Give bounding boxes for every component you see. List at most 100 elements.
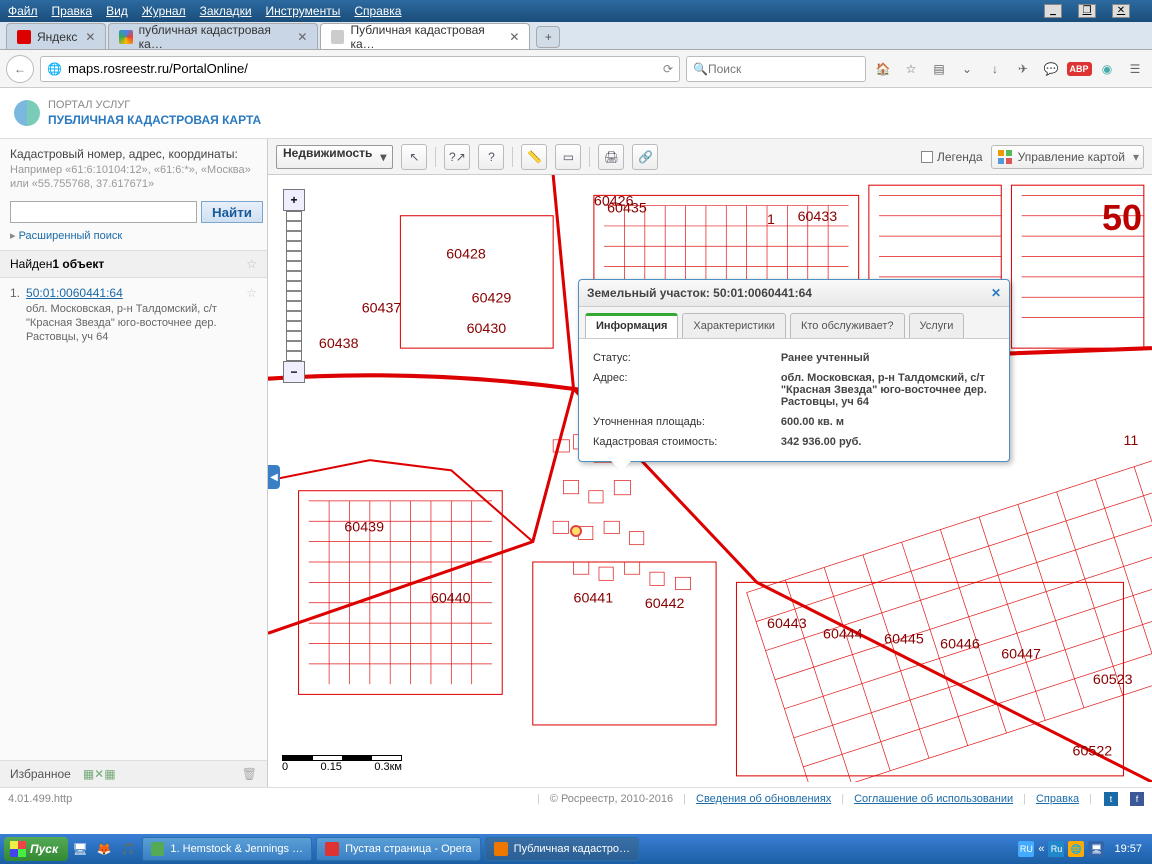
tab-cadastre-map[interactable]: Публичная кадастровая ка… ✕ — [320, 23, 530, 49]
restore-button[interactable]: ❐ — [1078, 4, 1096, 18]
chat-icon[interactable]: 💬 — [1040, 58, 1062, 80]
abp-icon[interactable]: ABP — [1068, 58, 1090, 80]
star-icon[interactable]: ☆ — [246, 286, 257, 344]
result-number: 1. — [10, 286, 20, 344]
measure-area-icon[interactable]: ▭ — [555, 144, 581, 170]
close-tab-icon[interactable]: ✕ — [85, 30, 95, 44]
search-result-item[interactable]: 1. 50:01:0060441:64 обл. Московская, р-н… — [0, 278, 267, 352]
search-input[interactable] — [708, 62, 863, 76]
url-bar[interactable]: 🌐 ⟳ — [40, 56, 680, 82]
tab-characteristics[interactable]: Характеристики — [682, 313, 786, 338]
tab-who-serves[interactable]: Кто обслуживает? — [790, 313, 905, 338]
menu-view[interactable]: Вид — [106, 4, 128, 18]
svg-text:60442: 60442 — [645, 596, 685, 612]
tray-icon[interactable]: 🌐 — [1068, 841, 1084, 857]
find-button[interactable]: Найти — [201, 201, 263, 223]
info-row-area: Уточненная площадь:600.00 кв. м — [591, 413, 997, 431]
library-icon[interactable]: ▤ — [928, 58, 950, 80]
home-icon[interactable]: 🏠 — [872, 58, 894, 80]
quicklaunch-icon[interactable]: 🖥 — [70, 839, 90, 859]
menu-help[interactable]: Справка — [354, 4, 401, 18]
menu-icon[interactable]: ☰ — [1124, 58, 1146, 80]
link-icon[interactable]: 🔗 — [632, 144, 658, 170]
close-window-button[interactable]: ✕ — [1112, 4, 1130, 18]
main-panel: Недвижимость ↖ ?↗ ? 📏 ▭ 🖨 🔗 Легенда Упра… — [268, 139, 1152, 787]
taskbar-item-active[interactable]: Публичная кадастро… — [485, 837, 639, 861]
export-excel-icon[interactable]: ▦✕▦ — [83, 767, 116, 781]
extension-icon[interactable]: ◉ — [1096, 58, 1118, 80]
favorites-label: Избранное — [10, 767, 71, 781]
help-tool-icon[interactable]: ? — [478, 144, 504, 170]
os-menubar: Файл Правка Вид Журнал Закладки Инструме… — [0, 0, 1152, 22]
version-label: 4.01.499.http — [8, 793, 72, 805]
taskbar-item[interactable]: Пустая страница - Opera — [316, 837, 481, 861]
tab-yandex[interactable]: Яндекс ✕ — [6, 23, 106, 49]
quicklaunch-icon[interactable]: 🦊 — [94, 839, 114, 859]
reload-icon[interactable]: ⟳ — [663, 62, 673, 76]
taskbar-item[interactable]: 1. Hemstock & Jennings … — [142, 837, 312, 861]
svg-text:60439: 60439 — [344, 519, 384, 535]
pointer-tool-icon[interactable]: ↖ — [401, 144, 427, 170]
svg-text:60433: 60433 — [798, 209, 838, 225]
quicklaunch-icon[interactable]: 🎵 — [118, 839, 138, 859]
browser-search[interactable]: 🔍 — [686, 56, 866, 82]
lang-indicator-icon[interactable]: RU — [1018, 841, 1034, 857]
zoom-out-button[interactable]: − — [283, 361, 305, 383]
star-icon[interactable]: ☆ — [246, 257, 257, 271]
extended-search-link[interactable]: Расширенный поиск — [0, 229, 267, 250]
twitter-icon[interactable]: t — [1104, 792, 1118, 806]
url-input[interactable] — [68, 61, 663, 76]
print-icon[interactable]: 🖨 — [598, 144, 624, 170]
svg-text:60440: 60440 — [431, 591, 471, 607]
close-tab-icon[interactable]: ✕ — [297, 30, 307, 44]
menu-file[interactable]: Файл — [8, 4, 38, 18]
google-icon — [119, 30, 132, 44]
clock[interactable]: 19:57 — [1114, 843, 1142, 855]
menu-tools[interactable]: Инструменты — [266, 4, 341, 18]
layer-dropdown[interactable]: Недвижимость — [276, 145, 393, 169]
favorites-bar: Избранное ▦✕▦ 🗑 — [0, 760, 267, 787]
map-manage-button[interactable]: Управление картой — [991, 145, 1144, 169]
measure-length-icon[interactable]: 📏 — [521, 144, 547, 170]
facebook-icon[interactable]: f — [1130, 792, 1144, 806]
rosreestr-logo-icon — [14, 100, 40, 126]
pocket-icon[interactable]: ⌄ — [956, 58, 978, 80]
legend-checkbox[interactable]: Легенда — [921, 150, 983, 164]
yandex-icon — [17, 30, 31, 44]
portal-header: ПОРТАЛ УСЛУГ ПУБЛИЧНАЯ КАДАСТРОВАЯ КАРТА — [0, 88, 1152, 139]
svg-text:1: 1 — [767, 212, 775, 228]
popup-title: Земельный участок: 50:01:0060441:64 — [587, 286, 812, 300]
back-button[interactable]: ← — [6, 55, 34, 83]
map-view[interactable]: 60426 60428 60430 60429 60433 60435 6043… — [268, 175, 1152, 787]
tray-expand-icon[interactable]: « — [1038, 843, 1044, 855]
send-icon[interactable]: ✈ — [1012, 58, 1034, 80]
zoom-track[interactable] — [286, 211, 302, 361]
zoom-in-button[interactable]: + — [283, 189, 305, 211]
info-row-status: Статус:Ранее учтенный — [591, 349, 997, 367]
close-icon[interactable]: ✕ — [991, 286, 1001, 300]
help-link[interactable]: Справка — [1036, 793, 1079, 805]
results-count: 1 объект — [52, 257, 104, 271]
zoom-slider[interactable]: + − — [282, 189, 306, 383]
menu-edit[interactable]: Правка — [52, 4, 93, 18]
new-tab-button[interactable]: + — [536, 26, 560, 48]
menu-bookmarks[interactable]: Закладки — [200, 4, 252, 18]
downloads-icon[interactable]: ↓ — [984, 58, 1006, 80]
tab-info[interactable]: Информация — [585, 313, 678, 338]
menu-history[interactable]: Журнал — [142, 4, 186, 18]
tray-icon[interactable]: 🖥 — [1088, 841, 1104, 857]
close-tab-icon[interactable]: ✕ — [509, 30, 519, 44]
tab-services[interactable]: Услуги — [909, 313, 965, 338]
start-button[interactable]: Пуск — [4, 837, 68, 861]
tray-icon[interactable]: Ru — [1048, 841, 1064, 857]
tab-google-cadastre[interactable]: публичная кадастровая ка… ✕ — [108, 23, 318, 49]
cadastre-search-input[interactable] — [10, 201, 197, 223]
info-tool-icon[interactable]: ?↗ — [444, 144, 470, 170]
trash-icon[interactable]: 🗑 — [242, 767, 257, 781]
terms-link[interactable]: Соглашение об использовании — [854, 793, 1013, 805]
sidebar-collapse-handle[interactable]: ◀ — [268, 465, 280, 489]
result-cadastre-link[interactable]: 50:01:0060441:64 — [26, 286, 123, 300]
updates-link[interactable]: Сведения об обновлениях — [696, 793, 831, 805]
bookmark-star-icon[interactable]: ☆ — [900, 58, 922, 80]
minimize-button[interactable]: _ — [1044, 4, 1062, 18]
